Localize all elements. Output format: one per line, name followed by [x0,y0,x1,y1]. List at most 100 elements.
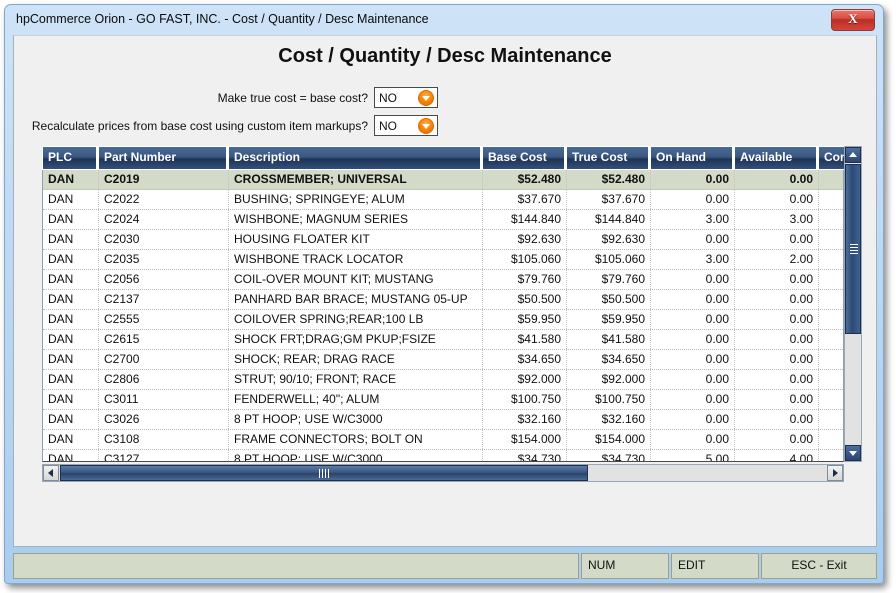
cell-true: $37.670 [567,190,651,209]
cell-part: C3108 [99,430,229,449]
cell-avail: 2.00 [735,250,819,269]
chevron-down-icon[interactable] [418,118,434,134]
scroll-left-arrow-icon[interactable] [43,465,59,481]
page-title: Cost / Quantity / Desc Maintenance [14,45,876,68]
grid-column-header-desc[interactable]: Description [228,146,482,170]
scroll-right-arrow-icon[interactable] [827,465,843,481]
table-row[interactable]: DANC3011FENDERWELL; 40"; ALUM$100.750$10… [43,390,843,410]
vertical-scrollbar-thumb[interactable] [845,164,861,334]
cell-part: C2056 [99,270,229,289]
cell-true: $34.650 [567,350,651,369]
table-row[interactable]: DANC2035WISHBONE TRACK LOCATOR$105.060$1… [43,250,843,270]
cell-hand: 0.00 [651,170,735,189]
cell-hand: 0.00 [651,190,735,209]
table-row[interactable]: DANC2555COILOVER SPRING;REAR;100 LB$59.9… [43,310,843,330]
cell-plc: DAN [43,250,99,269]
cell-comm [819,270,844,289]
window-title: hpCommerce Orion - GO FAST, INC. - Cost … [16,12,429,26]
cell-avail: 0.00 [735,290,819,309]
cell-comm [819,290,844,309]
cell-avail: 4.00 [735,450,819,462]
grid-column-header-plc[interactable]: PLC [42,146,98,170]
cell-desc: FENDERWELL; 40"; ALUM [229,390,483,409]
cell-part: C2137 [99,290,229,309]
form-row-make-true-cost: Make true cost = base cost? NO [38,87,438,108]
scrollbar-grip-icon [850,244,858,254]
client-area: Cost / Quantity / Desc Maintenance Make … [13,35,877,547]
table-row[interactable]: DANC2024WISHBONE; MAGNUM SERIES$144.840$… [43,210,843,230]
table-row[interactable]: DANC3108FRAME CONNECTORS; BOLT ON$154.00… [43,430,843,450]
cell-part: C2030 [99,230,229,249]
cell-avail: 0.00 [735,270,819,289]
recalculate-prices-label: Recalculate prices from base cost using … [32,119,368,133]
scroll-up-arrow-icon[interactable] [845,147,861,163]
grid-column-header-base[interactable]: Base Cost [482,146,566,170]
table-row[interactable]: DANC2019CROSSMEMBER; UNIVERSAL$52.480$52… [43,170,843,190]
status-bar: NUM EDIT ESC - Exit [13,553,877,579]
title-bar: hpCommerce Orion - GO FAST, INC. - Cost … [5,5,883,35]
cell-avail: 0.00 [735,330,819,349]
cell-true: $50.500 [567,290,651,309]
cell-hand: 5.00 [651,450,735,462]
grid-column-header-true[interactable]: True Cost [566,146,650,170]
cell-base: $154.000 [483,430,567,449]
table-row[interactable]: DANC2615SHOCK FRT;DRAG;GM PKUP;FSIZE$41.… [43,330,843,350]
cell-plc: DAN [43,450,99,462]
table-row[interactable]: DANC2056COIL-OVER MOUNT KIT; MUSTANG$79.… [43,270,843,290]
table-row[interactable]: DANC31278 PT HOOP; USE W/C3000$34.730$34… [43,450,843,462]
cell-comm [819,430,844,449]
cell-part: C2555 [99,310,229,329]
grid-body[interactable]: DANC2019CROSSMEMBER; UNIVERSAL$52.480$52… [42,170,844,462]
cell-desc: COILOVER SPRING;REAR;100 LB [229,310,483,329]
make-true-cost-dropdown[interactable]: NO [374,87,438,108]
cell-base: $144.840 [483,210,567,229]
cell-desc: COIL-OVER MOUNT KIT; MUSTANG [229,270,483,289]
close-button[interactable]: X [831,9,875,31]
cell-plc: DAN [43,410,99,429]
cell-plc: DAN [43,430,99,449]
horizontal-scrollbar-thumb[interactable] [60,465,588,481]
cell-plc: DAN [43,230,99,249]
cell-true: $59.950 [567,310,651,329]
grid-column-header-comm[interactable]: Comm [818,146,844,170]
grid-column-header-avail[interactable]: Available [734,146,818,170]
grid-column-header-hand[interactable]: On Hand [650,146,734,170]
status-num-indicator: NUM [581,553,669,579]
cell-true: $154.000 [567,430,651,449]
cell-hand: 0.00 [651,230,735,249]
cell-desc: BUSHING; SPRINGEYE; ALUM [229,190,483,209]
table-row[interactable]: DANC2700SHOCK; REAR; DRAG RACE$34.650$34… [43,350,843,370]
cell-desc: SHOCK; REAR; DRAG RACE [229,350,483,369]
cell-desc: SHOCK FRT;DRAG;GM PKUP;FSIZE [229,330,483,349]
recalculate-prices-dropdown[interactable]: NO [374,115,438,136]
table-row[interactable]: DANC30268 PT HOOP; USE W/C3000$32.160$32… [43,410,843,430]
cell-part: C2035 [99,250,229,269]
horizontal-scrollbar[interactable] [42,464,844,482]
chevron-down-icon[interactable] [418,90,434,106]
cell-hand: 0.00 [651,350,735,369]
form-row-recalculate-prices: Recalculate prices from base cost using … [38,115,438,136]
grid-column-header-part[interactable]: Part Number [98,146,228,170]
cell-base: $100.750 [483,390,567,409]
table-row[interactable]: DANC2022BUSHING; SPRINGEYE; ALUM$37.670$… [43,190,843,210]
cell-base: $34.730 [483,450,567,462]
cell-desc: FRAME CONNECTORS; BOLT ON [229,430,483,449]
cell-part: C2806 [99,370,229,389]
cell-desc: 8 PT HOOP; USE W/C3000 [229,450,483,462]
cell-part: C2022 [99,190,229,209]
cell-comm [819,190,844,209]
cell-avail: 0.00 [735,430,819,449]
cell-avail: 3.00 [735,210,819,229]
scroll-down-arrow-icon[interactable] [845,445,861,461]
table-row[interactable]: DANC2806STRUT; 90/10; FRONT; RACE$92.000… [43,370,843,390]
cell-base: $41.580 [483,330,567,349]
cell-desc: HOUSING FLOATER KIT [229,230,483,249]
cell-plc: DAN [43,390,99,409]
cell-desc: WISHBONE; MAGNUM SERIES [229,210,483,229]
table-row[interactable]: DANC2030HOUSING FLOATER KIT$92.630$92.63… [43,230,843,250]
cell-comm [819,410,844,429]
vertical-scrollbar[interactable] [844,146,862,462]
cell-true: $144.840 [567,210,651,229]
table-row[interactable]: DANC2137PANHARD BAR BRACE; MUSTANG 05-UP… [43,290,843,310]
cell-avail: 0.00 [735,190,819,209]
